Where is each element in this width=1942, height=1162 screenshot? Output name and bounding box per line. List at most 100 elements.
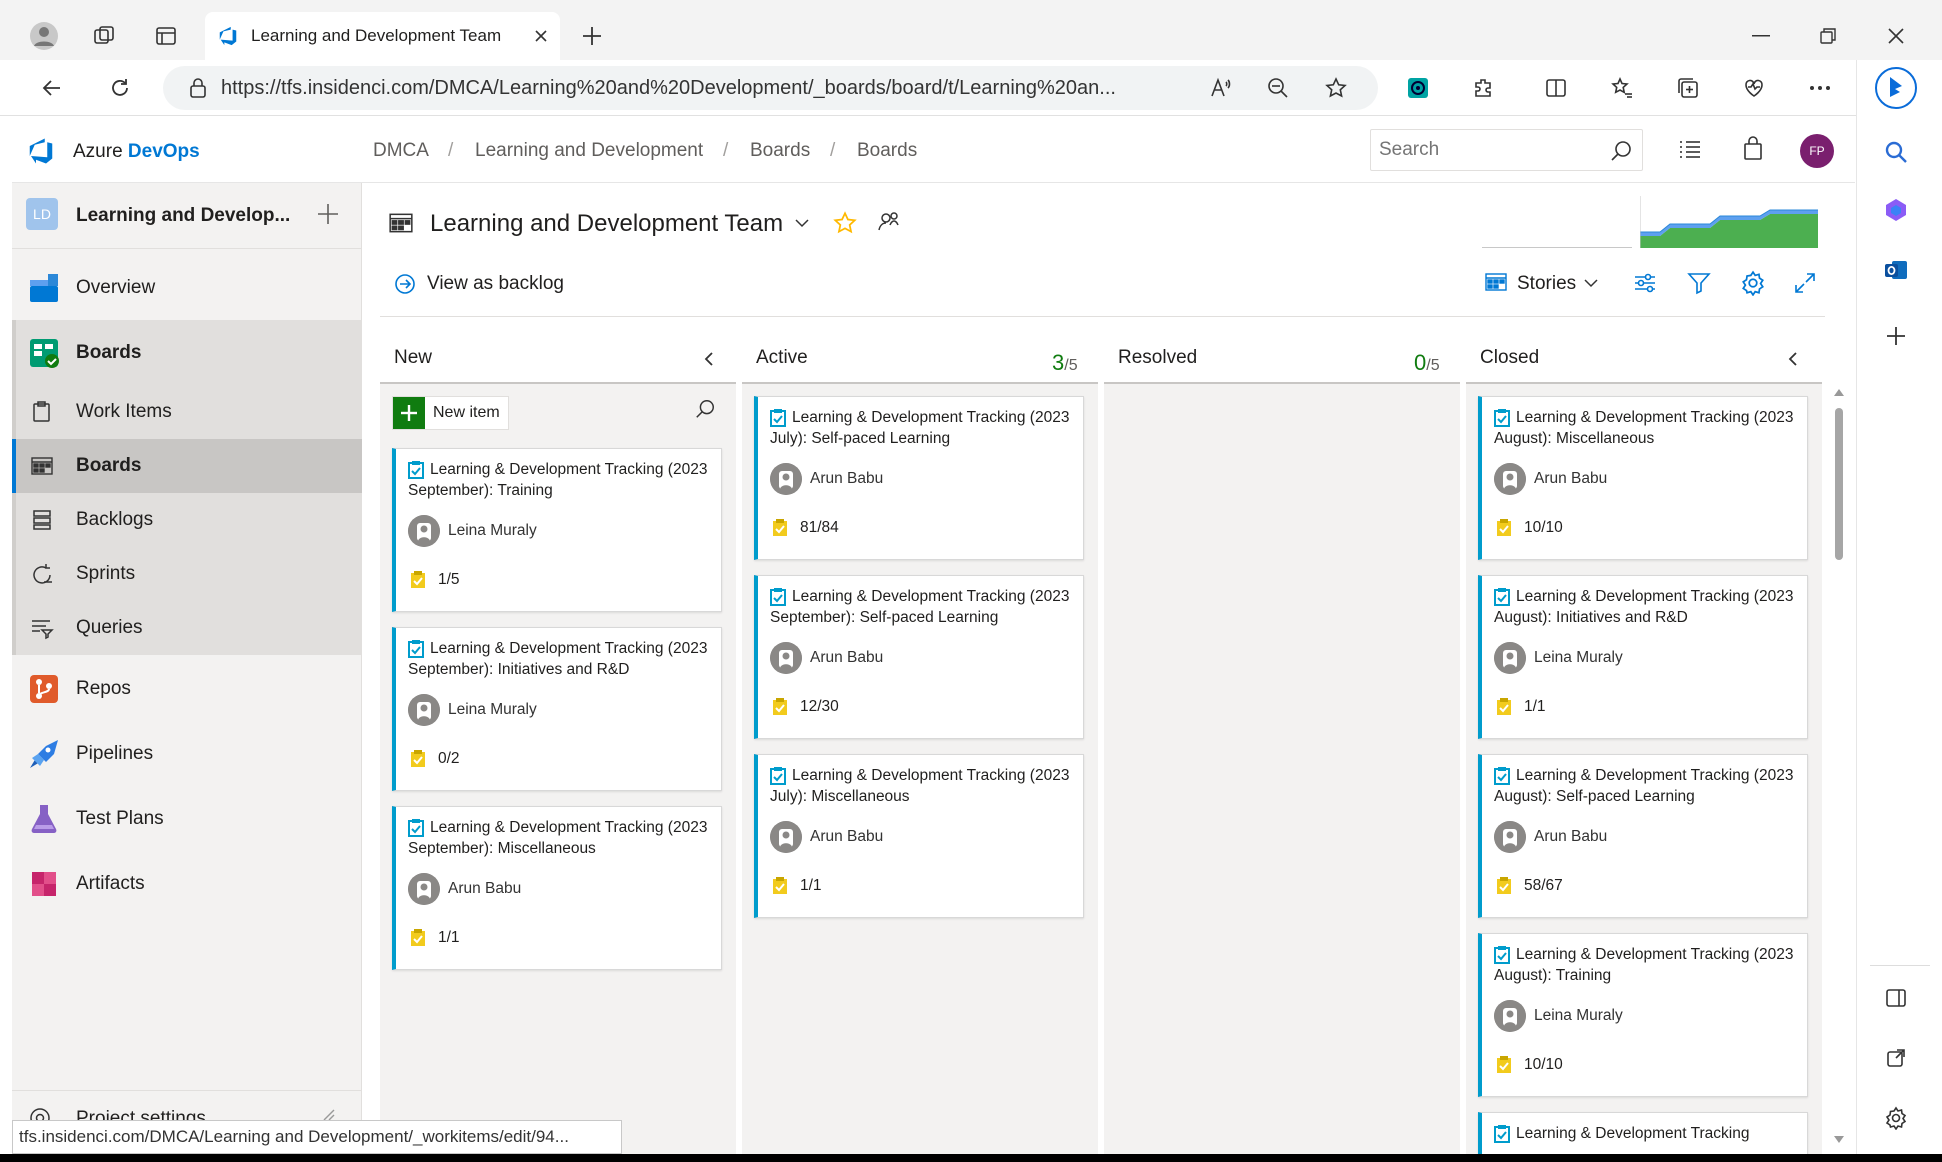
column-search-icon[interactable] (694, 398, 718, 422)
work-list-icon[interactable] (1677, 136, 1707, 166)
child-tasks-progress[interactable]: 10/10 (1524, 519, 1563, 537)
favorite-star-icon[interactable] (1320, 72, 1352, 104)
extension-teal-icon[interactable] (1402, 72, 1434, 104)
scrollbar-thumb[interactable] (1835, 408, 1843, 560)
zoom-out-icon[interactable] (1262, 72, 1294, 104)
card-title[interactable]: Learning & Development Tracking (2023 Se… (408, 638, 708, 680)
child-tasks-progress[interactable]: 12/30 (800, 698, 839, 716)
child-tasks-progress[interactable]: 58/67 (1524, 877, 1563, 895)
new-tab-icon[interactable] (576, 20, 608, 52)
nav-repos[interactable]: Repos (12, 662, 362, 716)
work-item-card[interactable]: Learning & Development Tracking (2023 Au… (1478, 396, 1808, 560)
search-input[interactable] (1379, 138, 1599, 162)
nav-queries[interactable]: Queries (12, 601, 362, 655)
favorites-icon[interactable] (1606, 72, 1638, 104)
browser-essentials-icon[interactable] (1738, 72, 1770, 104)
open-external-icon[interactable] (1878, 1040, 1914, 1076)
assignee-name[interactable]: Arun Babu (810, 470, 883, 488)
lock-icon[interactable] (184, 74, 212, 102)
scroll-up-arrow-icon[interactable] (1832, 386, 1846, 398)
nav-artifacts[interactable]: Artifacts (12, 857, 362, 911)
assignee-name[interactable]: Leina Muraly (1534, 1007, 1623, 1025)
copilot-hex-icon[interactable] (1878, 192, 1914, 228)
more-options-icon[interactable] (1804, 72, 1836, 104)
stories-chevron-down-icon[interactable] (1582, 274, 1600, 292)
child-tasks-progress[interactable]: 1/1 (1524, 698, 1546, 716)
user-avatar[interactable]: FP (1800, 134, 1834, 168)
favorite-team-star-icon[interactable] (832, 210, 858, 236)
filter-icon[interactable] (1686, 270, 1712, 296)
card-title[interactable]: Learning & Development Tracking (1494, 1123, 1794, 1144)
card-title[interactable]: Learning & Development Tracking (2023 Se… (770, 586, 1070, 628)
work-item-card[interactable]: Learning & Development Tracking (2023 Ju… (754, 396, 1084, 560)
card-title[interactable]: Learning & Development Tracking (2023 Au… (1494, 586, 1794, 628)
search-box[interactable] (1370, 129, 1643, 171)
tab-actions-icon[interactable] (150, 20, 182, 52)
assignee-name[interactable]: Leina Muraly (448, 701, 537, 719)
add-sidebar-app-icon[interactable] (1878, 318, 1914, 354)
assignee-name[interactable]: Arun Babu (810, 649, 883, 667)
split-screen-icon[interactable] (1540, 72, 1572, 104)
work-item-card[interactable]: Learning & Development Tracking (2023 Au… (1478, 933, 1808, 1097)
backlog-level-selector[interactable]: Stories (1517, 273, 1576, 295)
project-avatar[interactable]: LD (26, 198, 58, 230)
browser-tab-active[interactable]: Learning and Development Team (205, 12, 560, 60)
address-bar[interactable]: https://tfs.insidenci.com/DMCA/Learning%… (163, 66, 1378, 110)
child-tasks-progress[interactable]: 1/1 (800, 877, 822, 895)
assignee-name[interactable]: Leina Muraly (448, 522, 537, 540)
nav-boards[interactable]: Boards (12, 326, 362, 380)
outlook-icon[interactable] (1878, 252, 1914, 288)
bing-copilot-icon[interactable] (1872, 64, 1920, 112)
scroll-down-arrow-icon[interactable] (1832, 1134, 1846, 1146)
profile-icon[interactable] (24, 20, 64, 52)
work-item-card[interactable]: Learning & Development Tracking (2023 Au… (1478, 754, 1808, 918)
read-aloud-icon[interactable] (1205, 72, 1237, 104)
brand-name[interactable]: Azure DevOps (73, 141, 200, 163)
search-icon[interactable] (1609, 139, 1633, 163)
refresh-icon[interactable] (104, 72, 136, 104)
breadcrumb-organization[interactable]: DMCA (373, 140, 429, 162)
breadcrumb-project[interactable]: Learning and Development (475, 140, 703, 162)
view-as-backlog-link[interactable]: View as backlog (427, 273, 564, 295)
close-tab-icon[interactable] (534, 29, 548, 43)
child-tasks-progress[interactable]: 1/1 (438, 929, 460, 947)
nav-backlogs[interactable]: Backlogs (12, 493, 362, 547)
team-dropdown-chevron-icon[interactable] (793, 214, 813, 234)
work-item-card[interactable]: Learning & Development Tracking (2023 Ju… (754, 754, 1084, 918)
card-title[interactable]: Learning & Development Tracking (2023 Ju… (770, 407, 1070, 449)
breadcrumb-boards-page[interactable]: Boards (857, 140, 917, 162)
collapse-nav-icon[interactable] (320, 1106, 340, 1120)
work-item-card[interactable]: Learning & Development Tracking (2023 Au… (1478, 575, 1808, 739)
collapse-closed-column-icon[interactable] (1784, 350, 1804, 370)
fullscreen-expand-icon[interactable] (1792, 270, 1818, 296)
card-title[interactable]: Learning & Development Tracking (2023 Au… (1494, 944, 1794, 986)
velocity-mini-chart[interactable] (1482, 196, 1632, 248)
nav-test-plans[interactable]: Test Plans (12, 792, 362, 846)
nav-project-settings[interactable]: Project settings (12, 1104, 362, 1120)
nav-work-items[interactable]: Work Items (12, 385, 362, 439)
card-title[interactable]: Learning & Development Tracking (2023 Au… (1494, 765, 1794, 807)
work-item-card[interactable]: Learning & Development Tracking (2023 Se… (392, 806, 722, 970)
work-item-card[interactable]: Learning & Development Tracking (2023 Se… (392, 627, 722, 791)
cumulative-flow-mini-chart[interactable] (1640, 196, 1818, 248)
child-tasks-progress[interactable]: 1/5 (438, 571, 460, 589)
breadcrumb-boards-hub[interactable]: Boards (750, 140, 810, 162)
child-tasks-progress[interactable]: 81/84 (800, 519, 839, 537)
child-tasks-progress[interactable]: 0/2 (438, 750, 460, 768)
assignee-name[interactable]: Arun Babu (448, 880, 521, 898)
view-as-backlog-icon[interactable] (393, 272, 417, 296)
sidebar-settings-icon[interactable] (1878, 1100, 1914, 1136)
back-icon[interactable] (36, 72, 68, 104)
assignee-name[interactable]: Leina Muraly (1534, 649, 1623, 667)
card-title[interactable]: Learning & Development Tracking (2023 Se… (408, 459, 708, 501)
hide-sidebar-icon[interactable] (1878, 980, 1914, 1016)
board-scrollbar[interactable] (1832, 386, 1846, 1152)
assignee-name[interactable]: Arun Babu (1534, 470, 1607, 488)
child-tasks-progress[interactable]: 10/10 (1524, 1056, 1563, 1074)
new-project-item-icon[interactable] (316, 202, 340, 226)
work-item-card[interactable]: Learning & Development Tracking (2023 Se… (754, 575, 1084, 739)
card-title[interactable]: Learning & Development Tracking (2023 Ju… (770, 765, 1070, 807)
marketplace-bag-icon[interactable] (1740, 136, 1770, 166)
nav-boards-board[interactable]: Boards (12, 439, 362, 493)
project-name[interactable]: Learning and Develop... (76, 205, 290, 227)
